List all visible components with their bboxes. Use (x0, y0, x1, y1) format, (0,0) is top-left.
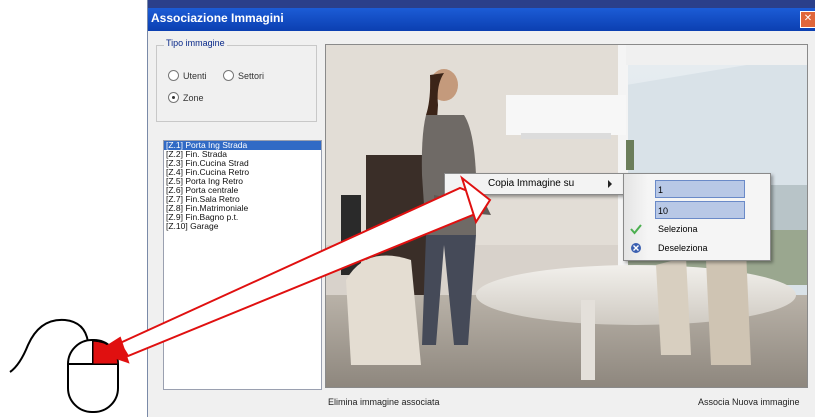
range-from-field[interactable]: 1 (655, 180, 745, 198)
select-menu-item[interactable]: Seleziona (658, 224, 698, 234)
context-menu: Copia Immagine su (444, 173, 624, 195)
window-title: Associazione Immagini (151, 11, 284, 25)
mouse-icon (9, 318, 119, 413)
tipo-immagine-group (156, 45, 317, 122)
close-icon[interactable]: ✕ (800, 11, 815, 28)
deselect-icon (631, 243, 641, 253)
top-strip (148, 0, 815, 8)
list-item[interactable]: [Z.10] Garage (164, 222, 321, 231)
range-to-field[interactable]: 10 (655, 201, 745, 219)
radio-zone[interactable]: Zone (168, 92, 204, 103)
tipo-immagine-label: Tipo immagine (164, 38, 227, 48)
title-bar[interactable]: Associazione Immagini ✕ (148, 8, 815, 31)
radio-utenti[interactable]: Utenti (168, 70, 207, 81)
deselect-menu-item[interactable]: Deseleziona (658, 243, 708, 253)
check-icon (630, 224, 642, 235)
radio-utenti-circle[interactable] (168, 70, 179, 81)
radio-zone-label: Zone (183, 92, 204, 103)
radio-settori-label: Settori (238, 70, 265, 81)
copy-image-menu-item[interactable]: Copia Immagine su (488, 178, 574, 189)
radio-zone-circle[interactable] (168, 92, 179, 103)
associate-image-button[interactable]: Associa Nuova immagine (698, 397, 800, 407)
copy-submenu: 1 10 Seleziona Deseleziona (623, 173, 771, 261)
radio-settori-circle[interactable] (223, 70, 234, 81)
chevron-right-icon (608, 180, 612, 188)
radio-utenti-label: Utenti (183, 70, 207, 81)
radio-settori[interactable]: Settori (223, 70, 264, 81)
zone-listbox[interactable]: [Z.1] Porta Ing Strada [Z.2] Fin. Strada… (163, 140, 322, 390)
delete-image-button[interactable]: Elimina immagine associata (328, 397, 440, 407)
